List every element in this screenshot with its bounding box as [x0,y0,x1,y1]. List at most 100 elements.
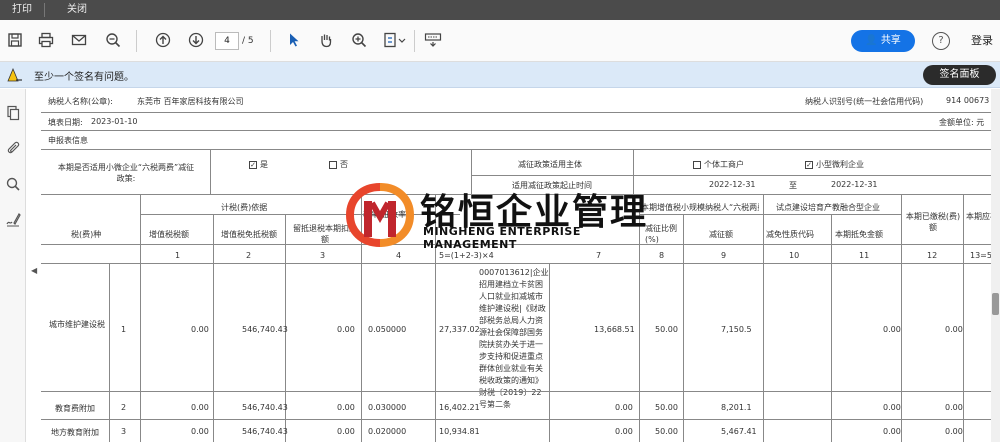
reading-mode-icon[interactable] [424,32,442,50]
row1-pilot-amt: 0.00 [883,325,901,334]
fit-page-icon[interactable] [383,32,409,50]
rule [213,214,214,442]
rule [41,149,1000,150]
print-tab[interactable]: 打印 [0,0,44,20]
row2-vat: 0.00 [191,403,209,412]
col-reduce-amt: 减征额 [709,230,733,239]
rule [41,391,1000,392]
sign-icon[interactable] [4,211,22,229]
amount-unit: 金额单位: 元 [939,118,985,127]
rule [41,112,1000,113]
row2-paid: 0.00 [945,403,963,412]
individual-label: 个体工商户 [704,160,744,169]
taxpayer-id-value: 914 00673 [946,96,990,105]
row2-reduce-base: 0.00 [615,403,633,412]
row1-paid: 0.00 [945,325,963,334]
row3-rate: 0.020000 [368,427,407,436]
attachment-icon[interactable] [4,140,22,158]
row2-reduce: 8,201.1 [721,403,752,412]
col-num-11: 11 [859,251,870,260]
rule [41,130,1000,131]
row1-rate: 0.050000 [368,325,407,334]
col-pilot: 试点建设培育产教融合型企业 [776,203,880,212]
share-label: 共享 [880,35,901,46]
watermark-en-text: MINGHENG ENTERPRISE MANAGEMENT [423,225,581,251]
row2-retained: 0.00 [337,403,355,412]
col-num-1: 1 [175,251,181,260]
col-pilot-amt: 本期抵免金额 [835,230,883,239]
row3-exempt: 546,740.43 [242,427,288,436]
col-num-3: 3 [320,251,326,260]
individual-option[interactable]: 个体工商户 [693,159,744,170]
toolbar-divider [136,30,137,52]
toolbar-divider [270,30,271,52]
zoom-out-icon[interactable] [104,32,122,50]
zoom-in-icon[interactable] [350,32,368,50]
small-biz-no[interactable]: 否 [329,159,348,170]
col-num-2: 2 [246,251,252,260]
rule [549,263,550,442]
pages-icon[interactable] [4,105,22,123]
small-biz-yes-label: 是 [260,160,268,169]
row1-policy-note: 0007013612|企业招用建档立卡贫困人口就业扣减城市维护建设税|《财政部税… [479,268,549,409]
page-number-input[interactable]: 4 [215,32,239,50]
checkbox-checked-icon: ✓ [249,160,257,169]
col-pilot-code: 减免性质代码 [766,230,814,239]
signature-panel-button[interactable]: 签名面板 [923,65,996,85]
row3-tax: 10,934.81 [439,427,480,436]
save-icon[interactable] [6,32,24,50]
row1-name: 城市维护建设税 [49,320,105,329]
rule [140,194,141,442]
checkbox-checked-icon: ✓ [805,160,813,169]
close-tab[interactable]: 关闭 [45,0,99,20]
row2-pilot-amt: 0.00 [883,403,901,412]
row3-no: 3 [121,427,127,436]
row2-tax: 16,402.21 [439,403,480,412]
search-icon[interactable] [4,176,22,194]
row1-no: 1 [121,325,127,334]
section-label: 申报表信息 [48,136,88,145]
col-vat-tax: 增值税税额 [149,230,189,239]
rule [41,263,1000,264]
row2-rate: 0.030000 [368,403,407,412]
vertical-scrollbar[interactable] [991,89,1000,442]
page-up-icon[interactable] [154,32,172,50]
hand-icon[interactable] [317,32,335,50]
row2-name: 教育费附加 [55,404,95,413]
rule [683,214,684,442]
collapse-panel-icon[interactable]: ◀ [31,266,37,275]
col-num-5: 5=(1+2-3)×4 [439,251,494,260]
document-page: 纳税人名称(公章): 东莞市 百年家居科技有限公司 纳税人识别号(统一社会信用代… [41,89,1000,442]
row3-pilot-amt: 0.00 [883,427,901,436]
row3-ratio: 50.00 [655,427,678,436]
small-profit-option[interactable]: ✓ 小型微利企业 [805,159,864,170]
col-basis: 计税(费)依据 [221,203,268,212]
rule [831,214,832,442]
page-down-icon[interactable] [187,32,205,50]
toolbar: 4 / 5 👤 共享 ? 登录 [0,20,1000,62]
mail-icon[interactable] [70,32,88,50]
col-num-4: 4 [396,251,402,260]
period-to: 至 [789,181,797,190]
row1-reduce: 7,150.5 [721,325,752,334]
small-biz-yes[interactable]: ✓ 是 [249,159,268,170]
watermark: 铭恒企业管理 MINGHENG ENTERPRISE MANAGEMENT [344,183,674,251]
rule [471,175,1000,176]
col-num-12: 12 [927,251,938,260]
signature-warning-text: 至少一个签名有问题。 [34,72,134,83]
share-icon: 👤 [865,35,878,46]
select-cursor-icon[interactable] [285,32,303,50]
help-icon[interactable]: ? [932,32,950,50]
row2-no: 2 [121,403,127,412]
page-total: / 5 [242,36,254,46]
row3-vat: 0.00 [191,427,209,436]
rule [41,419,1000,420]
print-icon[interactable] [37,32,55,50]
scrollbar-thumb[interactable] [992,293,999,315]
login-link[interactable]: 登录 [971,32,993,50]
share-button[interactable]: 👤 共享 [851,30,915,52]
rule [963,194,964,442]
col-num-8: 8 [659,251,665,260]
taxpayer-name-label: 纳税人名称(公章): [48,97,113,106]
rule [901,194,902,442]
